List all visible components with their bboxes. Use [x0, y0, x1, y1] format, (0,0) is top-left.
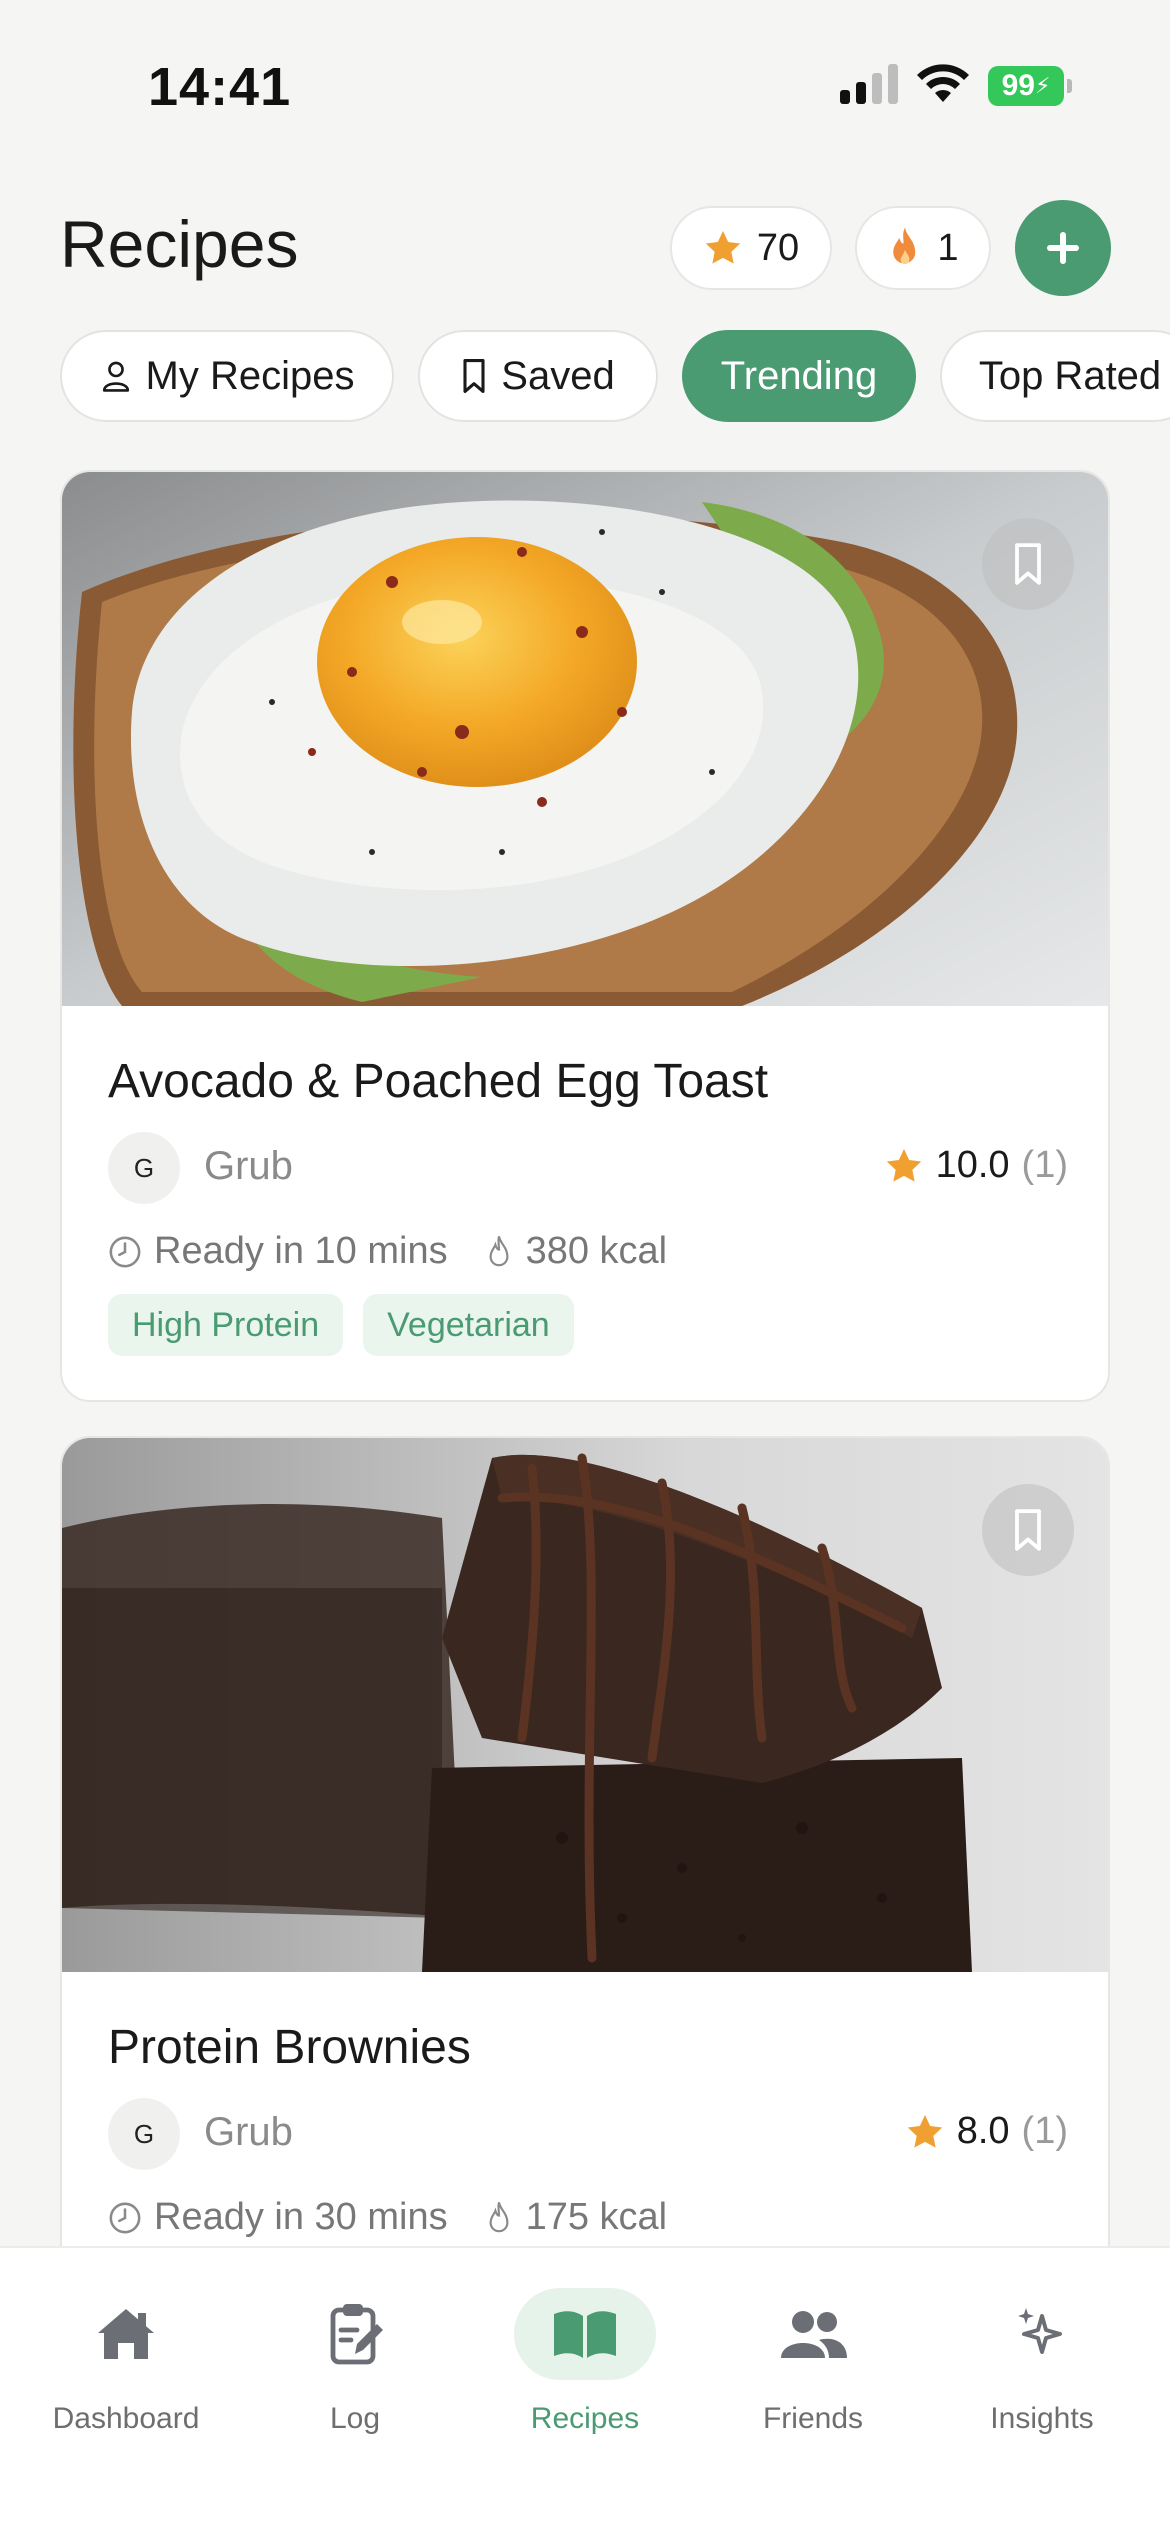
- clock-icon: [109, 1236, 141, 1267]
- home-icon: [98, 2309, 154, 2359]
- tab-label: My Recipes: [145, 353, 355, 398]
- tab-saved[interactable]: Saved: [418, 330, 658, 422]
- recipe-meta: Ready in 30 mins 175 kcal: [108, 2196, 703, 2239]
- nav-label: Insights: [990, 2402, 1094, 2435]
- rating-count: (1): [1021, 1144, 1068, 1186]
- tag-badge[interactable]: Vegetarian: [363, 1294, 574, 1356]
- filter-tabs: My Recipes Saved Trending Top Rated: [60, 330, 1170, 422]
- rating-value: 8.0: [956, 2110, 1010, 2152]
- save-recipe-button[interactable]: [982, 1484, 1074, 1576]
- star-icon: [705, 231, 741, 264]
- flame-icon: [489, 2201, 509, 2232]
- nav-item-log[interactable]: Log: [240, 2288, 470, 2468]
- wifi-icon: [917, 64, 969, 102]
- calories: 380 kcal: [525, 1230, 668, 1272]
- tab-my-recipes[interactable]: My Recipes: [60, 330, 394, 422]
- flame-icon: [893, 227, 916, 265]
- author-name[interactable]: Grub: [204, 1144, 293, 1189]
- tab-top-rated[interactable]: Top Rated: [940, 330, 1170, 422]
- star-icon: [886, 1148, 921, 1182]
- calories: 175 kcal: [525, 2196, 668, 2238]
- status-time: 14:41: [148, 57, 292, 117]
- status-bar: 14:41 99 ⚡: [0, 0, 1170, 150]
- streak-value: 1: [937, 226, 959, 269]
- tab-trending[interactable]: Trending: [682, 330, 916, 422]
- recipe-tags: High Protein Vegetarian: [108, 1294, 574, 1356]
- clock-icon: [109, 2202, 141, 2233]
- flame-icon: [489, 1235, 509, 1266]
- tag-badge[interactable]: High Protein: [108, 1294, 344, 1356]
- clipboard-edit-icon: [330, 2304, 383, 2365]
- recipe-image-brownies: [62, 1438, 1108, 1972]
- author-name[interactable]: Grub: [204, 2110, 293, 2155]
- rating-value: 10.0: [935, 1144, 1010, 1186]
- bottom-nav: Dashboard Log Recipes Friends Insights: [0, 2246, 1170, 2532]
- author-row: G Grub 8.0 (1): [108, 2098, 1068, 2170]
- tab-label: Saved: [501, 353, 615, 398]
- open-book-icon: [554, 2311, 616, 2358]
- sparkles-icon: [1018, 2308, 1062, 2354]
- people-icon: [781, 2311, 847, 2358]
- ready-time: Ready in 10 mins: [154, 1230, 448, 1272]
- nav-label: Dashboard: [52, 2402, 200, 2435]
- nav-item-dashboard[interactable]: Dashboard: [11, 2288, 241, 2468]
- avatar[interactable]: G: [108, 2098, 180, 2170]
- plus-icon: [1047, 232, 1079, 264]
- recipe-title: Avocado & Poached Egg Toast: [108, 1055, 769, 1108]
- recipe-image-egg-toast: [62, 472, 1108, 1006]
- add-recipe-button[interactable]: [1015, 200, 1111, 296]
- person-icon: [102, 361, 129, 392]
- nav-label: Log: [329, 2402, 381, 2435]
- streak-badge[interactable]: 1: [855, 206, 991, 290]
- bookmark-icon: [1015, 1509, 1041, 1551]
- nav-item-friends[interactable]: Friends: [698, 2288, 928, 2468]
- bookmark-icon: [1015, 543, 1041, 585]
- avatar[interactable]: G: [108, 1132, 180, 1204]
- nav-label: Friends: [762, 2402, 864, 2435]
- save-recipe-button[interactable]: [982, 518, 1074, 610]
- battery-level: 99: [1001, 69, 1035, 102]
- tab-label: Trending: [720, 353, 878, 398]
- recipe-rating: 10.0 (1): [884, 1144, 1068, 1187]
- star-icon: [907, 2114, 942, 2148]
- battery-indicator: 99 ⚡: [988, 66, 1072, 106]
- cellular-signal-icon: [840, 64, 898, 104]
- ready-time: Ready in 30 mins: [154, 2196, 448, 2238]
- recipe-title: Protein Brownies: [108, 2021, 471, 2074]
- nav-item-insights[interactable]: Insights: [927, 2288, 1157, 2468]
- points-badge[interactable]: 70: [670, 206, 832, 290]
- bookmark-icon: [463, 359, 485, 393]
- page-title: Recipes: [60, 207, 299, 281]
- nav-label: Recipes: [530, 2402, 640, 2435]
- author-row: G Grub 10.0 (1): [108, 1132, 1068, 1204]
- nav-item-recipes[interactable]: Recipes: [470, 2288, 700, 2468]
- points-value: 70: [756, 226, 800, 269]
- tab-label: Top Rated: [978, 353, 1162, 398]
- rating-count: (1): [1021, 2110, 1068, 2152]
- recipe-meta: Ready in 10 mins 380 kcal: [108, 1230, 703, 1273]
- recipe-card[interactable]: Avocado & Poached Egg Toast G Grub 10.0 …: [60, 470, 1110, 1402]
- recipe-rating: 8.0 (1): [905, 2110, 1068, 2153]
